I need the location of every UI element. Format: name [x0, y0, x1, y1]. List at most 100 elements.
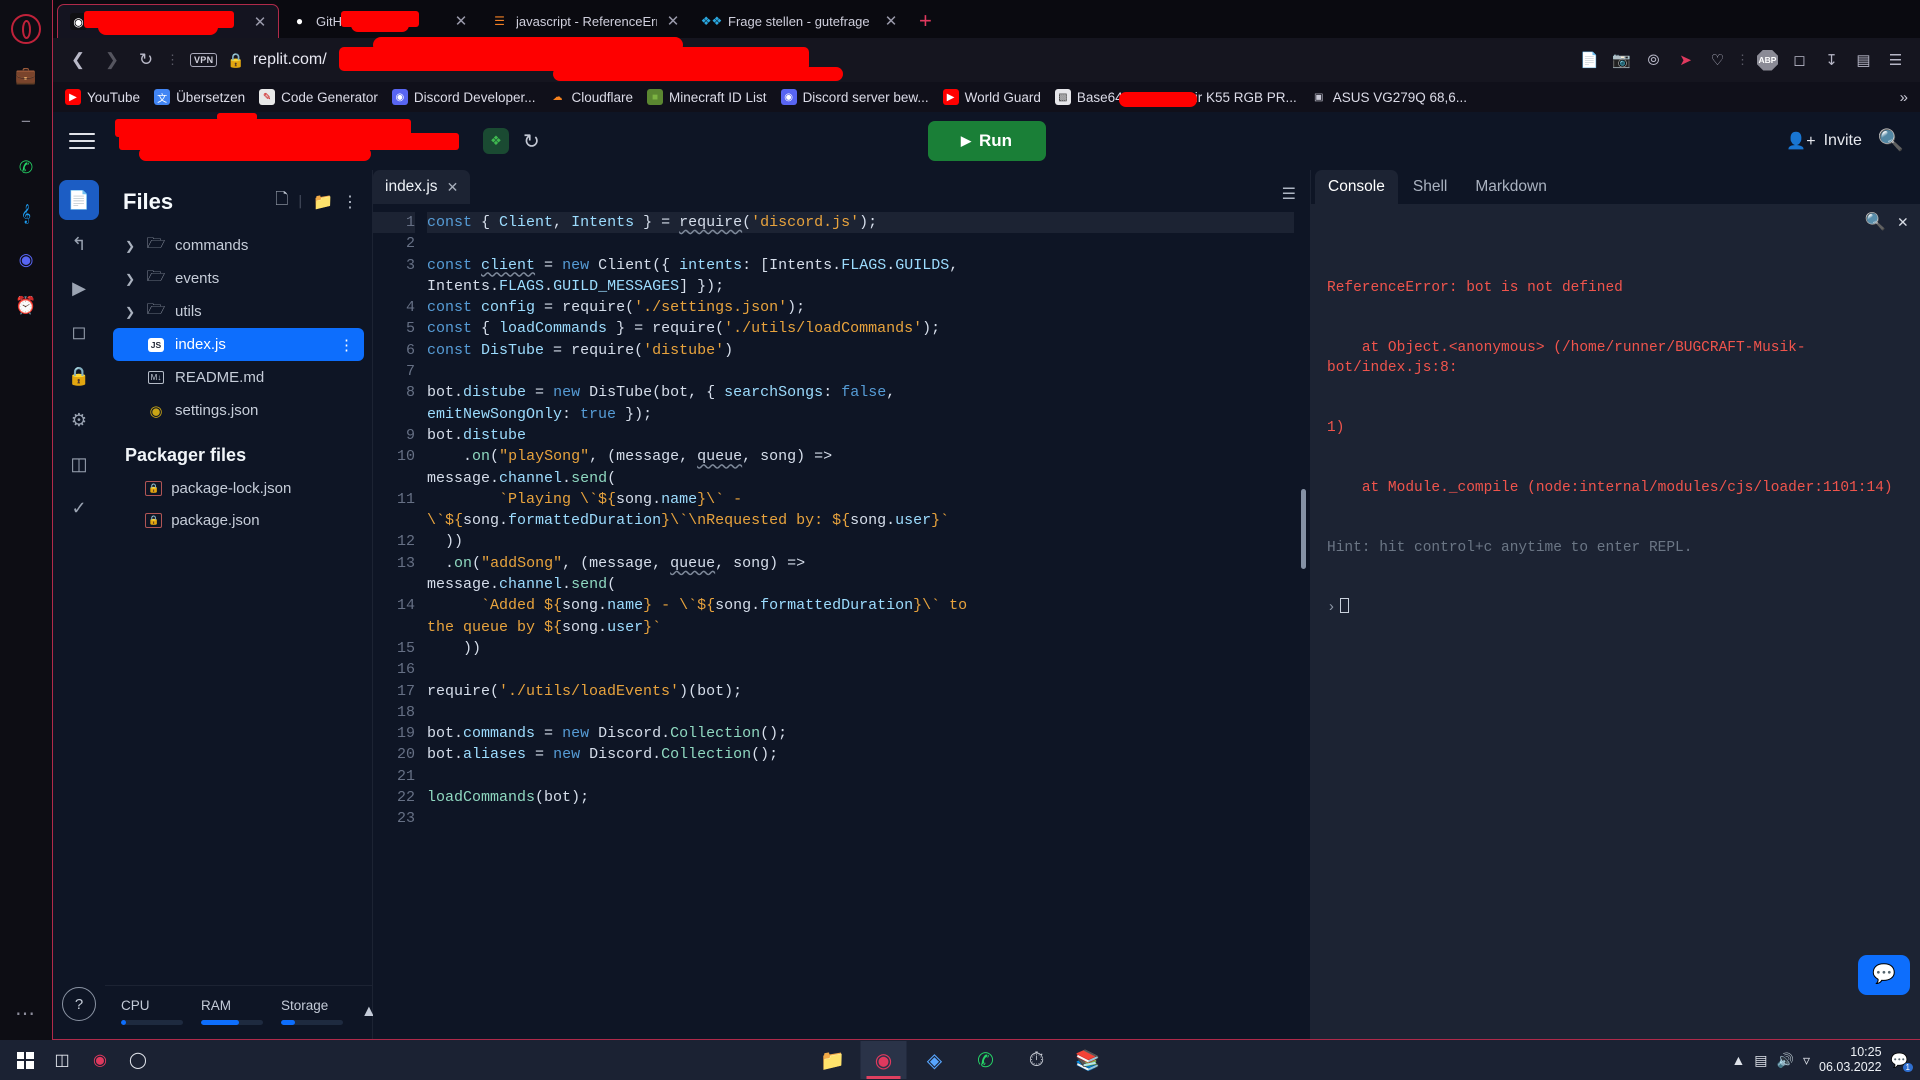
run-button[interactable]: ▶ Run	[928, 121, 1046, 161]
close-icon[interactable]: ✕	[453, 12, 469, 30]
browser-tab-replit[interactable]: ◉ - Rep ✕	[57, 4, 279, 38]
code-line[interactable]: ))	[427, 531, 1294, 552]
code-line[interactable]: bot.aliases = new Discord.Collection();	[427, 744, 1294, 765]
download-icon[interactable]: ↧	[1817, 46, 1846, 75]
address-bar[interactable]: replit.com/	[253, 45, 1571, 75]
file-tree-folder-events[interactable]: ❯ 🗁 events	[113, 262, 364, 295]
close-icon[interactable]: ✕	[252, 13, 268, 31]
more-options-icon[interactable]: ⋮	[339, 336, 354, 354]
bookmark-cloudflare[interactable]: ☁Cloudflare	[549, 89, 633, 105]
browser-tab-github[interactable]: ● GitHub -/Discord ✕	[279, 4, 479, 38]
chevron-up-icon[interactable]: ▲	[1731, 1052, 1745, 1068]
code-line[interactable]: ))	[427, 638, 1294, 659]
code-line[interactable]	[427, 659, 1294, 680]
taskbar-app-books[interactable]: 📚	[1065, 1041, 1111, 1079]
invite-button[interactable]: 👤+ Invite	[1786, 131, 1862, 151]
new-folder-icon[interactable]: 📁	[313, 192, 333, 212]
tab-markdown[interactable]: Markdown	[1462, 170, 1560, 204]
sidebar-discord-icon[interactable]: ◉	[12, 246, 40, 274]
sidebar-item-database[interactable]: ◫	[59, 444, 99, 484]
camera-icon[interactable]: 📷	[1607, 46, 1636, 75]
taskbar-app-clock[interactable]: ⏱	[1014, 1041, 1060, 1079]
file-tree-folder-commands[interactable]: ❯ 🗁 commands	[113, 229, 364, 262]
browser-tab-stackoverflow[interactable]: ☰ javascript - ReferenceError: ✕	[479, 4, 691, 38]
bookmark-discord-server[interactable]: ◉Discord server bew...	[781, 89, 929, 105]
code-line[interactable]: `Playing \`${song.name}\` - \`${song.for…	[427, 489, 1294, 532]
question-mark-icon[interactable]: ?	[62, 987, 96, 1021]
file-tree-file-index-js[interactable]: JS index.js ⋮	[113, 328, 364, 361]
code-line[interactable]: const config = require('./settings.json'…	[427, 297, 1294, 318]
flow-send-icon[interactable]: ➤	[1671, 46, 1700, 75]
code-line[interactable]	[427, 702, 1294, 723]
packager-file-package-json[interactable]: 🔒 package.json	[105, 504, 372, 536]
back-button[interactable]: ❮	[63, 45, 93, 75]
bookmark-world-guard[interactable]: ▶World Guard	[943, 89, 1041, 105]
new-tab-button[interactable]: +	[919, 8, 932, 34]
code-line[interactable]: .on("playSong", (message, queue, song) =…	[427, 446, 1294, 489]
code-line[interactable]	[427, 361, 1294, 382]
sidebar-icon[interactable]: ▤	[1849, 46, 1878, 75]
more-options-icon[interactable]: ⋮	[342, 192, 358, 212]
code-line[interactable]: require('./utils/loadEvents')(bot);	[427, 681, 1294, 702]
sidebar-item-settings[interactable]: ⚙	[59, 400, 99, 440]
windows-start-icon[interactable]	[10, 1047, 40, 1073]
bookmarks-overflow-button[interactable]: »	[1900, 89, 1908, 106]
bookmark-asus-monitor[interactable]: ▣ASUS VG279Q 68,6...	[1311, 89, 1467, 105]
sidebar-messenger-icon[interactable]: 💼	[12, 62, 40, 90]
file-tree-file-settings-json[interactable]: ◉ settings.json	[113, 394, 364, 427]
code-line[interactable]: bot.commands = new Discord.Collection();	[427, 723, 1294, 744]
forward-button[interactable]: ❯	[97, 45, 127, 75]
code-editor[interactable]: 123.45678.910.11.1213.14.151617181920212…	[373, 204, 1310, 1039]
packager-file-package-lock-json[interactable]: 🔒 package-lock.json	[105, 472, 372, 504]
editor-tab-index-js[interactable]: index.js ✕	[373, 170, 470, 204]
code-line[interactable]	[427, 766, 1294, 787]
code-line[interactable]: const client = new Client({ intents: [In…	[427, 255, 1294, 298]
screen-icon[interactable]: ▤	[1754, 1052, 1767, 1069]
code-line[interactable]: `Added ${song.name} - \`${song.formatted…	[427, 595, 1294, 638]
code-line[interactable]	[427, 233, 1294, 254]
browser-tab-gutefrage[interactable]: ❖❖ Frage stellen - gutefrage ✕	[691, 4, 909, 38]
code-line[interactable]: bot.distube	[427, 425, 1294, 446]
sidebar-item-secrets[interactable]: 🔒	[59, 356, 99, 396]
speaker-icon[interactable]: 🔊	[1777, 1052, 1794, 1069]
code-line[interactable]: .on("addSong", (message, queue, song) =>…	[427, 553, 1294, 596]
history-clock-icon[interactable]: ↻	[523, 129, 540, 154]
sidebar-whatsapp-icon[interactable]: ✆	[12, 154, 40, 182]
code-line[interactable]	[427, 808, 1294, 829]
new-file-icon[interactable]: 🗋	[275, 188, 288, 215]
opera-gx-icon[interactable]: ◯	[122, 1045, 154, 1075]
reload-button[interactable]: ↻	[131, 45, 161, 75]
package-icon[interactable]: ❖	[483, 128, 509, 154]
file-tree-file-readme-md[interactable]: M↓ README.md	[113, 361, 364, 394]
adblock-icon[interactable]: ABP	[1753, 46, 1782, 75]
bookmark-discord-developer[interactable]: ◉Discord Developer...	[392, 89, 536, 105]
code-content[interactable]: const { Client, Intents } = require('dis…	[427, 206, 1310, 1039]
sidebar-more-icon[interactable]: ⋯	[15, 1001, 37, 1026]
close-icon[interactable]: ✕	[447, 179, 459, 196]
console-output[interactable]: 🔍 ✕ ReferenceError: bot is not defined a…	[1311, 204, 1920, 1039]
sidebar-item-version-control[interactable]: ↰	[59, 224, 99, 264]
code-line[interactable]: const { loadCommands } = require('./util…	[427, 318, 1294, 339]
snapshot-icon[interactable]: 📄	[1575, 46, 1604, 75]
bookmark-translate[interactable]: 文Übersetzen	[154, 89, 245, 105]
opera-icon[interactable]: ◉	[84, 1045, 116, 1075]
taskbar-app-whatsapp[interactable]: ✆	[963, 1041, 1009, 1079]
vpn-badge[interactable]: VPN	[190, 53, 217, 67]
bookmark-minecraft-id-list[interactable]: ■Minecraft ID List	[647, 89, 767, 105]
sidebar-item-files[interactable]: 📄	[59, 180, 99, 220]
code-line[interactable]: const DisTube = require('distube')	[427, 340, 1294, 361]
editor-scrollbar[interactable]	[1301, 489, 1306, 569]
taskbar-app-file-explorer[interactable]: 📁	[810, 1041, 856, 1079]
bookmark-code-generator[interactable]: ✎Code Generator	[259, 89, 378, 105]
sidebar-minus-icon[interactable]: −	[12, 108, 40, 136]
close-icon[interactable]: ✕	[883, 12, 899, 30]
taskbar-app-browser[interactable]: ◈	[912, 1041, 958, 1079]
sidebar-twitter-icon[interactable]: 𝄞	[12, 200, 40, 228]
cube-icon[interactable]: ◻	[1785, 46, 1814, 75]
shield-x-icon[interactable]: ⦾	[1639, 46, 1668, 75]
taskbar-clock[interactable]: 10:25 06.03.2022	[1819, 1045, 1882, 1075]
tab-console[interactable]: Console	[1315, 170, 1398, 204]
close-icon[interactable]: ✕	[665, 12, 681, 30]
code-line[interactable]: loadCommands(bot);	[427, 787, 1294, 808]
chat-bubble-icon[interactable]: 💬	[1858, 955, 1910, 995]
